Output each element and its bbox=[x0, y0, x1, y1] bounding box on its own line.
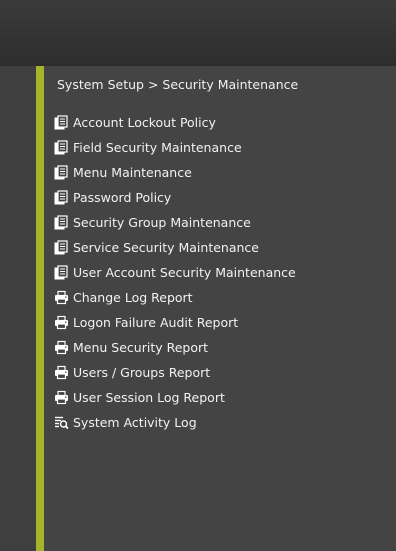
menu-item-label: Password Policy bbox=[73, 190, 172, 205]
left-sidebar-strip bbox=[0, 66, 36, 551]
printer-icon bbox=[55, 390, 68, 405]
menu-item-label: Security Group Maintenance bbox=[73, 215, 251, 230]
menu-item-change-log-report[interactable]: Change Log Report bbox=[54, 285, 296, 310]
printer-icon bbox=[55, 365, 68, 380]
menu-item-user-session-log-report[interactable]: User Session Log Report bbox=[54, 385, 296, 410]
menu-item-label: Logon Failure Audit Report bbox=[73, 315, 239, 330]
menu-item-service-security-maintenance[interactable]: Service Security Maintenance bbox=[54, 235, 296, 260]
top-header-bar bbox=[0, 0, 396, 66]
menu-item-label: Field Security Maintenance bbox=[73, 140, 242, 155]
menu-item-label: User Session Log Report bbox=[73, 390, 225, 405]
menu-item-account-lockout-policy[interactable]: Account Lockout Policy bbox=[54, 110, 296, 135]
menu-item-system-activity-log[interactable]: System Activity Log bbox=[54, 410, 296, 435]
menu-item-field-security-maintenance[interactable]: Field Security Maintenance bbox=[54, 135, 296, 160]
menu-item-label: Menu Maintenance bbox=[73, 165, 192, 180]
menu-item-label: Service Security Maintenance bbox=[73, 240, 259, 255]
menu-item-logon-failure-audit-report[interactable]: Logon Failure Audit Report bbox=[54, 310, 296, 335]
menu-item-label: Menu Security Report bbox=[73, 340, 209, 355]
log-search-icon bbox=[55, 416, 69, 430]
document-icon bbox=[54, 115, 68, 130]
main-content: System Setup > Security Maintenance Acco… bbox=[44, 66, 396, 551]
menu-item-label: Account Lockout Policy bbox=[73, 115, 216, 130]
menu-item-label: Users / Groups Report bbox=[73, 365, 211, 380]
document-icon bbox=[54, 190, 68, 205]
menu-item-security-group-maintenance[interactable]: Security Group Maintenance bbox=[54, 210, 296, 235]
printer-icon bbox=[55, 315, 68, 330]
security-menu-list: Account Lockout Policy Field Security Ma… bbox=[54, 110, 296, 435]
document-icon bbox=[54, 140, 68, 155]
menu-item-menu-maintenance[interactable]: Menu Maintenance bbox=[54, 160, 296, 185]
document-icon bbox=[54, 265, 68, 280]
menu-item-label: Change Log Report bbox=[73, 290, 193, 305]
menu-item-password-policy[interactable]: Password Policy bbox=[54, 185, 296, 210]
document-icon bbox=[54, 215, 68, 230]
accent-bar bbox=[36, 66, 44, 551]
menu-item-users-groups-report[interactable]: Users / Groups Report bbox=[54, 360, 296, 385]
menu-item-label: System Activity Log bbox=[73, 415, 197, 430]
document-icon bbox=[54, 240, 68, 255]
menu-item-user-account-security-maintenance[interactable]: User Account Security Maintenance bbox=[54, 260, 296, 285]
breadcrumb: System Setup > Security Maintenance bbox=[57, 77, 299, 92]
document-icon bbox=[54, 165, 68, 180]
menu-item-label: User Account Security Maintenance bbox=[73, 265, 296, 280]
printer-icon bbox=[55, 290, 68, 305]
printer-icon bbox=[55, 340, 68, 355]
menu-item-menu-security-report[interactable]: Menu Security Report bbox=[54, 335, 296, 360]
